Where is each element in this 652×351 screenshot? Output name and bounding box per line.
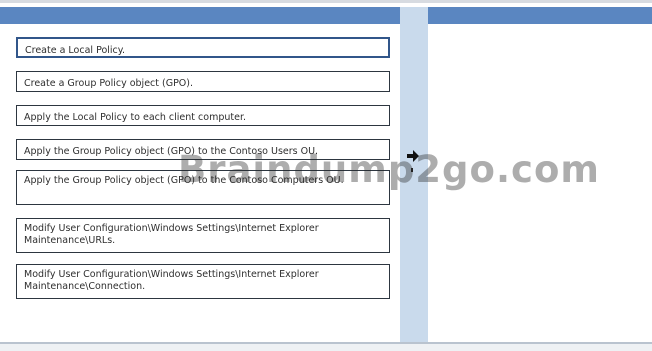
list-item-modify-ie-urls[interactable]: Modify User Configuration\Windows Settin… [16,218,390,253]
list-item-apply-gpo-users-ou[interactable]: Apply the Group Policy object (GPO) to t… [16,139,390,160]
source-list-header [0,7,400,24]
move-right-button[interactable] [405,148,421,164]
list-item-create-gpo[interactable]: Create a Group Policy object (GPO). [16,71,390,92]
top-border [0,0,652,3]
answer-list-header [428,7,652,24]
move-controls-column [400,7,428,342]
answer-list[interactable] [428,24,652,342]
divider-mark [411,168,413,172]
bottom-strip [0,344,652,351]
drag-drop-answer-area: Create a Local Policy. Create a Group Po… [0,0,652,351]
right-arrow-icon [407,150,419,162]
list-item-apply-gpo-computers-ou[interactable]: Apply the Group Policy object (GPO) to t… [16,170,390,205]
list-item-create-local-policy[interactable]: Create a Local Policy. [16,37,390,58]
list-item-apply-local-policy[interactable]: Apply the Local Policy to each client co… [16,105,390,126]
list-item-modify-ie-connection[interactable]: Modify User Configuration\Windows Settin… [16,264,390,299]
